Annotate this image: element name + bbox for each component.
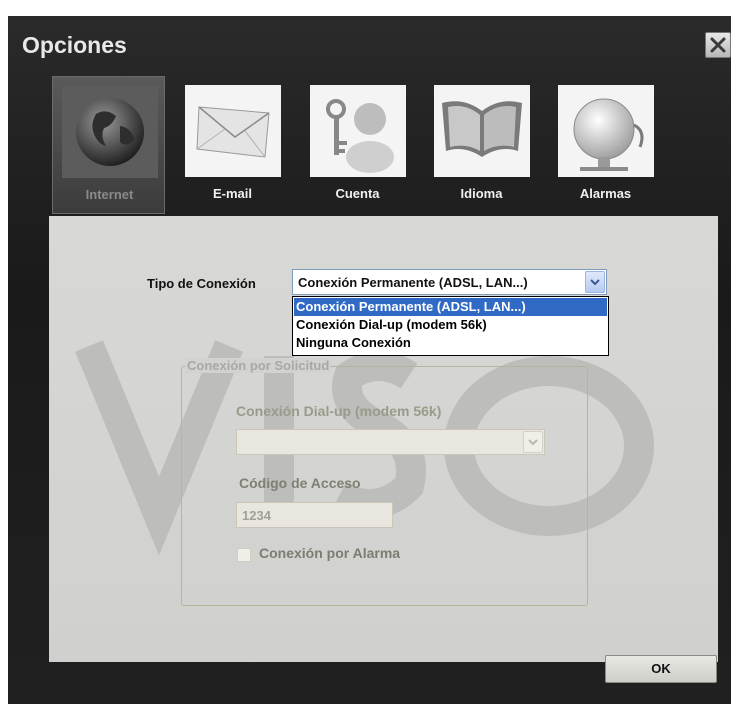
tab-label: Alarmas xyxy=(579,186,632,201)
book-icon xyxy=(434,85,530,177)
tab-label: Internet xyxy=(85,187,134,202)
dropdown-option[interactable]: Conexión Permanente (ADSL, LAN...) xyxy=(294,298,607,316)
ok-button[interactable]: OK xyxy=(605,655,717,683)
dialup-label: Conexión Dial-up (modem 56k) xyxy=(236,403,442,419)
connection-type-label: Tipo de Conexión xyxy=(147,276,256,291)
tab-label: Idioma xyxy=(460,186,503,201)
tab-label: E-mail xyxy=(212,186,252,201)
chevron-down-icon xyxy=(590,279,600,286)
settings-panel: Tipo de Conexión Conexión Permanente (AD… xyxy=(49,216,718,662)
close-button[interactable] xyxy=(705,32,731,58)
user-key-icon xyxy=(310,85,406,177)
alarm-connection-label: Conexión por Alarma xyxy=(259,545,401,561)
chevron-down-icon xyxy=(528,439,538,446)
tab-language[interactable]: Idioma xyxy=(425,76,538,214)
dropdown-button[interactable] xyxy=(585,271,605,293)
tab-alarms[interactable]: Alarmas xyxy=(549,76,662,214)
tab-email[interactable]: E-mail xyxy=(176,76,289,214)
close-icon xyxy=(710,37,726,53)
connection-type-value: Conexión Permanente (ADSL, LAN...) xyxy=(298,275,528,290)
dialup-select xyxy=(236,429,545,455)
dialog-title: Opciones xyxy=(22,32,127,58)
access-code-label: Código de Acceso xyxy=(239,475,361,491)
connection-type-select[interactable]: Conexión Permanente (ADSL, LAN...) xyxy=(292,269,607,295)
alarm-connection-checkbox xyxy=(237,548,251,562)
globe-icon xyxy=(62,86,158,178)
tab-internet[interactable]: Internet xyxy=(52,76,165,214)
category-tabs: Internet E-mail Cuenta Idioma Alarmas xyxy=(52,76,662,214)
tab-account[interactable]: Cuenta xyxy=(301,76,414,214)
access-code-input: 1234 xyxy=(236,502,393,528)
options-dialog: Opciones Internet E-mail Cuenta Idioma A… xyxy=(8,16,731,704)
tab-label: Cuenta xyxy=(335,186,380,201)
connection-type-dropdown: Conexión Permanente (ADSL, LAN...) Conex… xyxy=(292,296,609,356)
dropdown-option[interactable]: Conexión Dial-up (modem 56k) xyxy=(294,316,607,334)
envelope-icon xyxy=(185,85,281,177)
dropdown-button-disabled xyxy=(523,431,543,453)
group-legend: Conexión por Solicitud xyxy=(185,358,332,373)
dropdown-option[interactable]: Ninguna Conexión xyxy=(294,334,607,352)
bell-icon xyxy=(558,85,654,177)
